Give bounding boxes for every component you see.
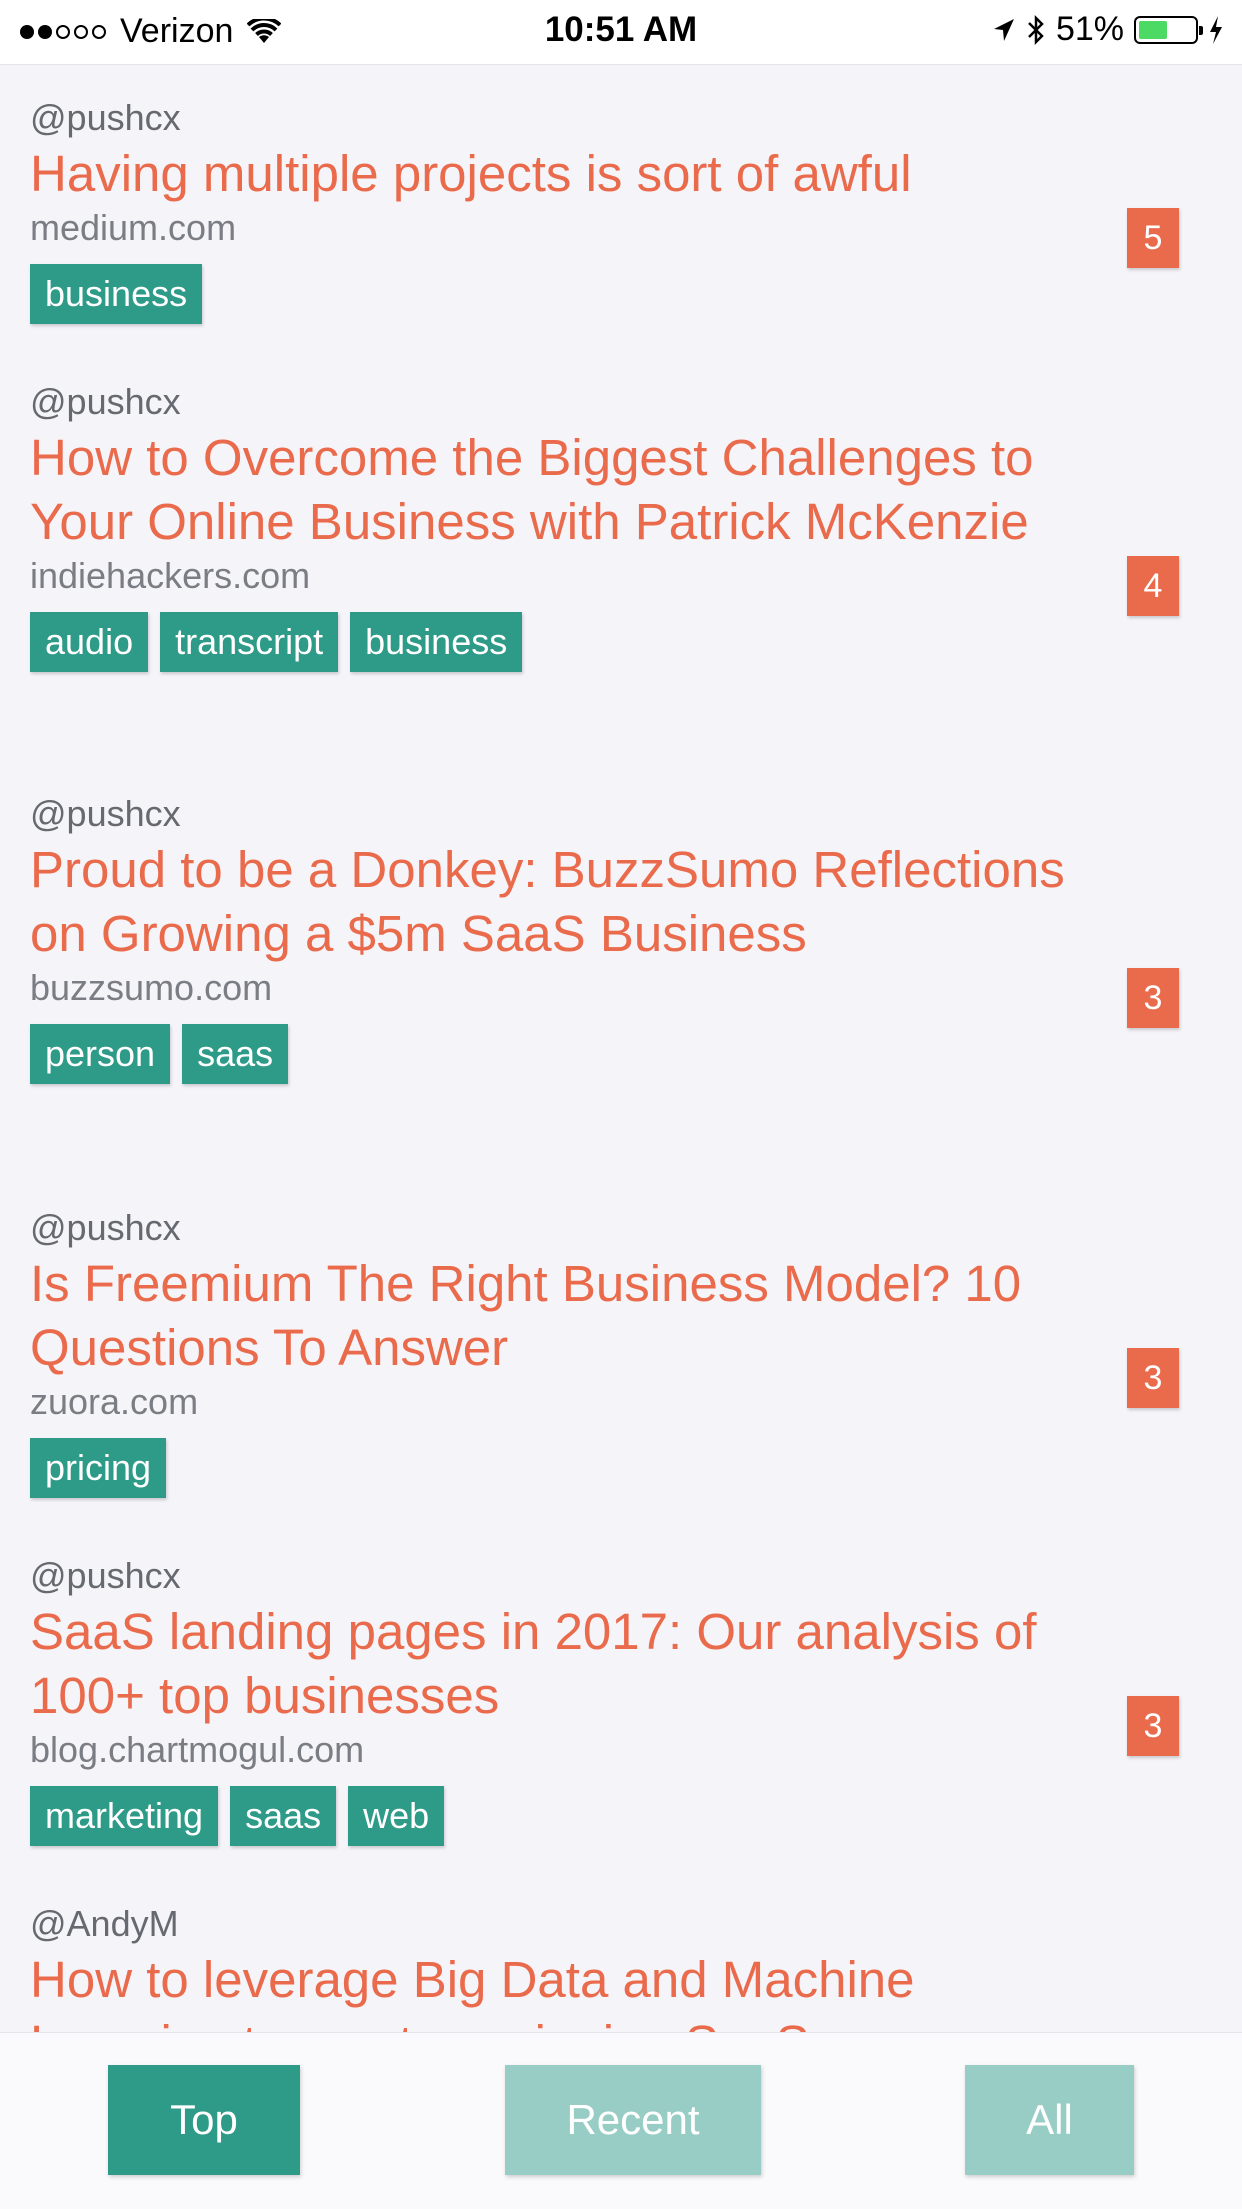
- story-title[interactable]: Proud to be a Donkey: BuzzSumo Reflectio…: [30, 838, 1090, 966]
- tag[interactable]: pricing: [30, 1438, 167, 1498]
- battery-percent: 51%: [1055, 10, 1124, 48]
- tag[interactable]: web: [348, 1786, 445, 1846]
- story-domain: blog.chartmogul.com: [30, 1729, 365, 1770]
- story-item[interactable]: @pushcx Having multiple projects is sort…: [30, 96, 1210, 324]
- tag[interactable]: business: [350, 612, 523, 672]
- story-author[interactable]: @pushcx: [30, 1554, 1210, 1598]
- story-tags: pricing: [30, 1438, 1210, 1498]
- story-domain: buzzsumo.com: [30, 967, 273, 1008]
- story-author[interactable]: @pushcx: [30, 1206, 1210, 1250]
- story-domain: zuora.com: [30, 1381, 199, 1422]
- story-author[interactable]: @pushcx: [30, 792, 1210, 836]
- status-right: 51%: [982, 10, 1224, 49]
- battery-fill: [1139, 20, 1167, 39]
- tag[interactable]: saas: [182, 1024, 289, 1084]
- story-title[interactable]: Having multiple projects is sort of awfu…: [30, 142, 1090, 206]
- story-item[interactable]: @pushcx SaaS landing pages in 2017: Our …: [30, 1554, 1210, 1846]
- story-domain: medium.com: [30, 207, 237, 248]
- charging-bolt-icon: [1210, 15, 1222, 44]
- tab-all[interactable]: All: [965, 2065, 1134, 2175]
- tag[interactable]: saas: [230, 1786, 337, 1846]
- story-item[interactable]: @pushcx How to Overcome the Biggest Chal…: [30, 380, 1210, 672]
- tag[interactable]: marketing: [30, 1786, 219, 1846]
- location-arrow-icon: [993, 18, 1014, 41]
- story-item[interactable]: @AndyM How to leverage Big Data and Mach…: [30, 1902, 1210, 2032]
- tag[interactable]: business: [30, 264, 203, 324]
- score-badge: 3: [1127, 1348, 1179, 1408]
- story-tags: audio transcript business: [30, 612, 1210, 672]
- status-bar: Verizon 10:51 AM 51%: [0, 0, 1242, 65]
- story-title[interactable]: How to Overcome the Biggest Challenges t…: [30, 426, 1090, 554]
- story-tags: marketing saas web: [30, 1786, 1210, 1846]
- story-domain: indiehackers.com: [30, 555, 311, 596]
- score-badge: 3: [1127, 1696, 1179, 1756]
- tab-top[interactable]: Top: [108, 2065, 300, 2175]
- story-title[interactable]: Is Freemium The Right Business Model? 10…: [30, 1252, 1090, 1380]
- tag[interactable]: transcript: [160, 612, 339, 672]
- story-author[interactable]: @pushcx: [30, 96, 1210, 140]
- tag[interactable]: audio: [30, 612, 149, 672]
- score-badge: 5: [1127, 208, 1179, 268]
- story-feed[interactable]: @pushcx Having multiple projects is sort…: [0, 64, 1242, 2032]
- score-badge: 3: [1127, 968, 1179, 1028]
- story-item[interactable]: @pushcx Proud to be a Donkey: BuzzSumo R…: [30, 792, 1210, 1084]
- tab-recent[interactable]: Recent: [505, 2065, 761, 2175]
- tag[interactable]: person: [30, 1024, 171, 1084]
- story-item[interactable]: @pushcx Is Freemium The Right Business M…: [30, 1206, 1210, 1498]
- story-title[interactable]: SaaS landing pages in 2017: Our analysis…: [30, 1600, 1090, 1728]
- story-tags: business: [30, 264, 1210, 324]
- bottom-tab-bar: Top Recent All: [0, 2032, 1242, 2209]
- story-author[interactable]: @AndyM: [30, 1902, 1210, 1946]
- bluetooth-icon: [1028, 14, 1044, 45]
- score-badge: 4: [1127, 556, 1179, 616]
- story-tags: person saas: [30, 1024, 1210, 1084]
- story-author[interactable]: @pushcx: [30, 380, 1210, 424]
- battery-icon: [1134, 15, 1203, 44]
- story-title[interactable]: How to leverage Big Data and Machine Lea…: [30, 1948, 1090, 2032]
